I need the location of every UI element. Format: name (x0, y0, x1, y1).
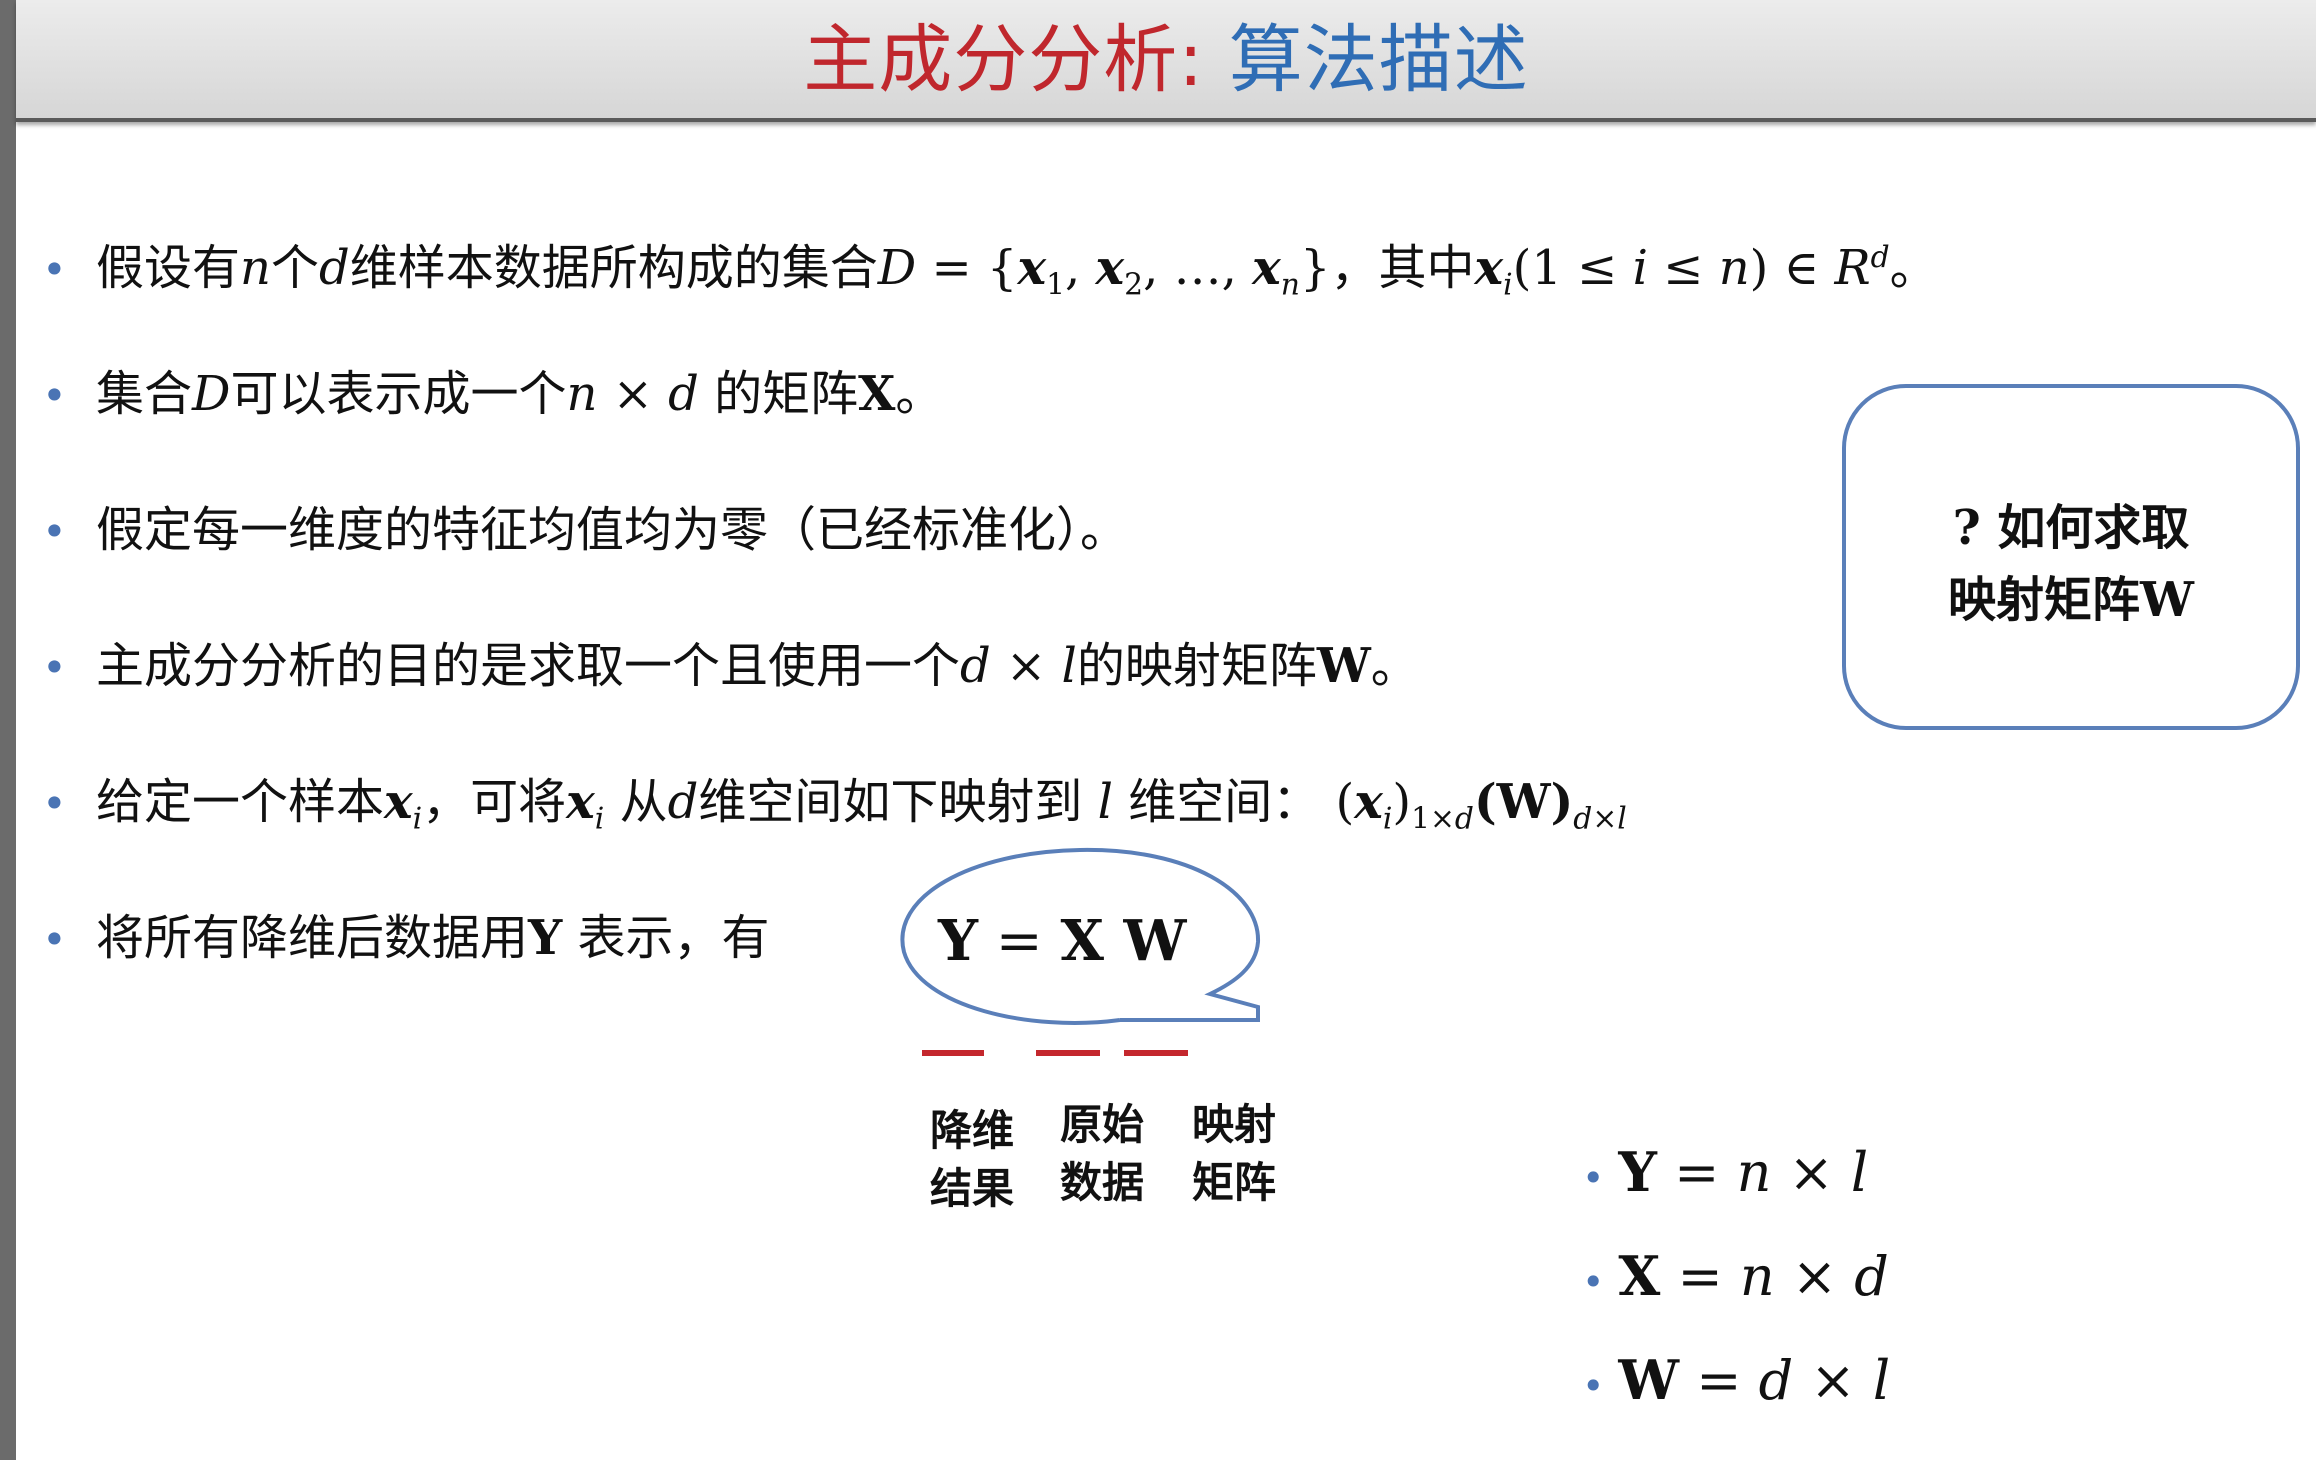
bullet-4: • 主成分分析的目的是求取一个且使用一个d × l的映射矩阵W。 (42, 636, 1419, 698)
equation-y-xw: Y = X W (938, 908, 1187, 974)
bullet-dot: • (42, 245, 67, 294)
bullet-5: • 给定一个样本xi，可将xi 从d维空间如下映射到 l 维空间： (xi)1×d… (42, 774, 1627, 837)
label-reduced-result: 降维 结果 (930, 1106, 1015, 1213)
underline-w (1124, 1050, 1188, 1056)
question-callout-text: ? 如何求取 映射矩阵W (1948, 500, 2194, 628)
label-original-data: 原始 数据 (1060, 1100, 1145, 1207)
title-part-red: 主成分分析: (803, 17, 1205, 103)
bullet-dot: • (42, 371, 67, 420)
formula-y-dims: • Y = n × l (1582, 1140, 1869, 1204)
bullet-1: • 假设有n个d维样本数据所构成的集合D = {x1, x2, …, xn}，其中… (42, 240, 1938, 303)
bullet-dot: • (42, 779, 67, 828)
bullet-dot: • (42, 915, 67, 964)
underline-y (922, 1050, 984, 1056)
bullet-dot: • (42, 643, 67, 692)
left-edge-bar (0, 0, 16, 1460)
bullet-dot: • (1582, 1156, 1605, 1200)
underline-x (1036, 1050, 1100, 1056)
label-mapping-matrix: 映射 矩阵 (1192, 1100, 1277, 1207)
bullet-2: • 集合D可以表示成一个n × d 的矩阵X。 (42, 364, 943, 426)
title-part-blue: 算法描述 (1204, 17, 1529, 103)
formula-x-dims: • X = n × d (1582, 1244, 1889, 1308)
bullet-dot: • (1582, 1364, 1605, 1408)
slide-title: 主成分分析: 算法描述 (16, 18, 2316, 102)
title-bar: 主成分分析: 算法描述 (16, 0, 2316, 122)
bullet-dot: • (42, 507, 67, 556)
bullet-3: • 假定每一维度的特征均值均为零（已经标准化）。 (42, 500, 1128, 562)
formula-w-dims: • W = d × l (1582, 1348, 1891, 1412)
bullet-dot: • (1582, 1260, 1605, 1304)
bullet-6: • 将所有降维后数据用Y 表示，有 (42, 908, 770, 970)
